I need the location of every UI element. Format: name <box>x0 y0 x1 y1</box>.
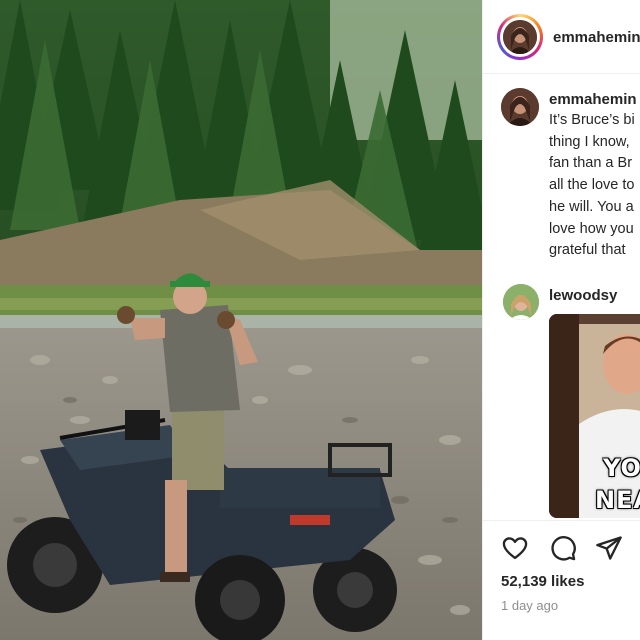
caption-line: love how you <box>549 220 634 237</box>
caption-line: grateful that <box>549 242 626 259</box>
post-caption: It’s Bruce’s bi thing I know, fan than a… <box>549 110 640 262</box>
caption-line: all the love to <box>549 177 635 194</box>
caption-line: fan than a Br <box>549 155 633 172</box>
caption-author-avatar[interactable] <box>501 88 539 126</box>
photo-illustration <box>0 0 482 640</box>
share-icon[interactable] <box>595 534 623 562</box>
heart-icon[interactable] <box>501 534 529 562</box>
caption-line: It’s Bruce’s bi <box>549 112 635 128</box>
comment-icon[interactable] <box>549 534 577 562</box>
post-timestamp[interactable]: 1 day ago <box>501 598 558 613</box>
gif-text: YO <box>603 454 640 482</box>
author-username[interactable]: emmahemin <box>553 29 640 46</box>
actions-divider <box>483 520 640 521</box>
author-avatar-image <box>503 20 537 54</box>
post-side-panel: emmahemin emmahemin It’s Bruce’s bi thin… <box>482 0 640 640</box>
caption-line: he will. You a <box>549 198 634 215</box>
caption-author-username[interactable]: emmahemin <box>549 91 637 108</box>
commenter-avatar[interactable] <box>503 284 539 320</box>
caption-line: thing I know, <box>549 133 630 150</box>
post-header: emmahemin <box>483 0 640 74</box>
commenter-username[interactable]: lewoodsy <box>549 287 617 304</box>
author-avatar[interactable] <box>497 14 543 60</box>
likes-count[interactable]: 52,139 likes <box>501 573 584 590</box>
gif-text: NEA <box>595 486 640 514</box>
post-photo[interactable] <box>0 0 482 640</box>
comment-gif[interactable]: YO NEA <box>549 314 640 518</box>
